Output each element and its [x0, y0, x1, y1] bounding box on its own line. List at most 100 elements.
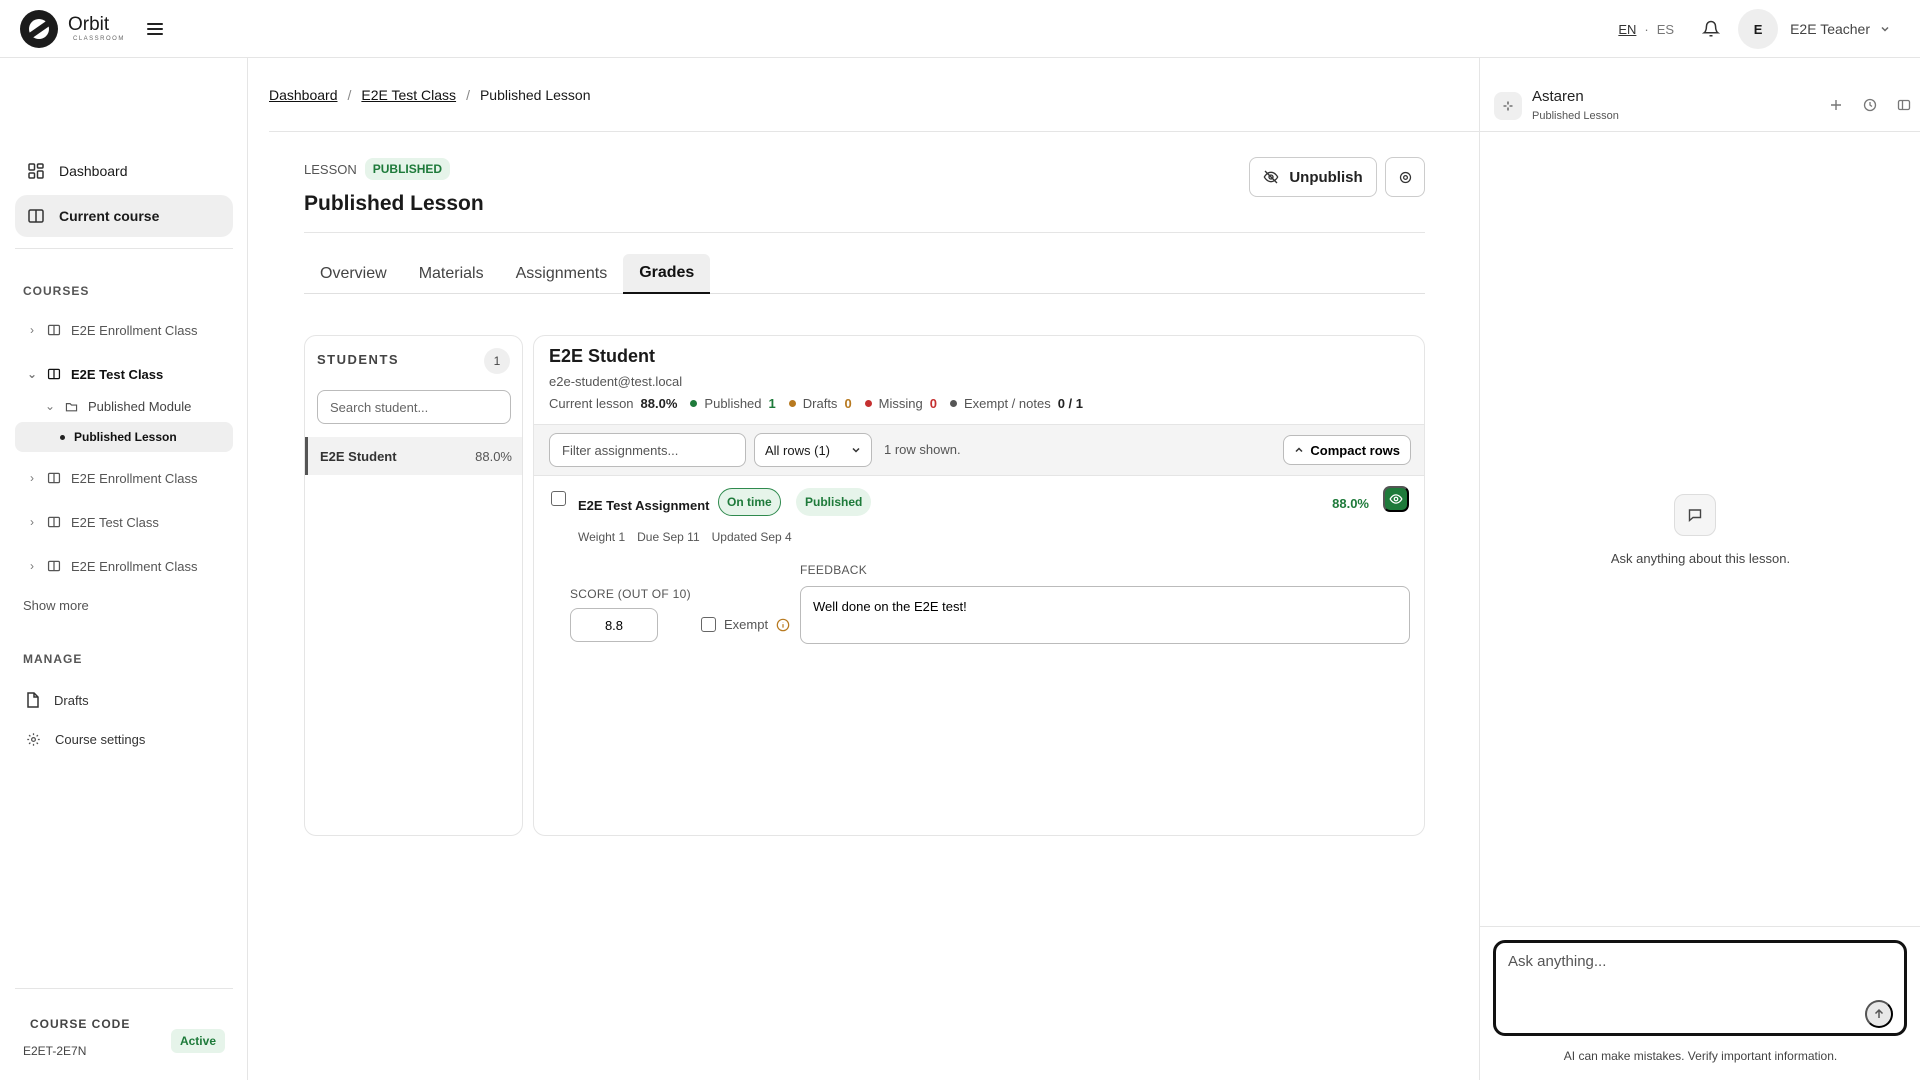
bullet-icon — [60, 434, 65, 440]
lesson-tabs: Overview Materials Assignments Grades — [304, 254, 1425, 294]
plus-icon[interactable] — [1829, 98, 1843, 112]
bell-icon[interactable] — [1702, 20, 1721, 38]
course-item[interactable]: › E2E Test Class — [15, 507, 233, 537]
lesson-kicker-label: LESSON — [304, 161, 357, 177]
exempt-checkbox[interactable] — [701, 617, 716, 632]
assistant-empty-text: Ask anything about this lesson. — [1610, 551, 1791, 566]
current-lesson-value: 88.0% — [640, 396, 678, 411]
rows-select-value: All rows (1) — [765, 442, 831, 458]
assignment-select-checkbox[interactable] — [551, 491, 566, 506]
course-item[interactable]: › E2E Enrollment Class — [15, 551, 233, 581]
course-item[interactable]: › E2E Enrollment Class — [15, 463, 233, 493]
tab-overview[interactable]: Overview — [304, 254, 403, 294]
chevron-down-icon[interactable]: ⌄ — [39, 399, 61, 413]
compact-rows-button[interactable]: Compact rows — [1283, 435, 1411, 465]
menu-toggle-icon[interactable] — [146, 22, 163, 35]
breadcrumb-course[interactable]: E2E Test Class — [361, 87, 456, 103]
feedback-textarea[interactable]: Well done on the E2E test! — [800, 586, 1410, 644]
published-dot-icon — [690, 400, 698, 407]
drafts-dot-icon — [788, 400, 796, 407]
chevron-right-icon[interactable]: › — [21, 559, 43, 573]
breadcrumb-dashboard[interactable]: Dashboard — [269, 87, 338, 103]
lang-en[interactable]: EN — [1618, 22, 1636, 37]
assistant-panel: Astaren Published Lesson Ask anything ab… — [1479, 58, 1920, 1080]
sparkle-icon — [1494, 92, 1522, 120]
tab-assignments[interactable]: Assignments — [500, 254, 624, 294]
assignment-updated: Updated Sep 4 — [711, 530, 792, 544]
assignment-percent: 88.0% — [1332, 496, 1369, 511]
lesson-kicker: LESSON PUBLISHED — [304, 158, 484, 180]
language-switcher: EN · ES — [1618, 22, 1674, 37]
assistant-tools — [1829, 98, 1911, 112]
breadcrumb-separator: / — [347, 86, 352, 103]
lesson-header: LESSON PUBLISHED Published Lesson — [304, 158, 484, 216]
manage-section-label: MANAGE — [23, 652, 83, 666]
chevron-right-icon[interactable]: › — [21, 323, 43, 337]
sidebar-item-label: Current course — [59, 208, 160, 224]
brand-sub: CLASSROOM — [73, 36, 125, 42]
courses-section-label: COURSES — [23, 284, 90, 298]
main-content: Dashboard / E2E Test Class / Published L… — [249, 58, 1479, 1080]
student-detail-name: E2E Student — [549, 346, 656, 366]
lang-es[interactable]: ES — [1657, 22, 1674, 37]
module-item[interactable]: ⌄ Published Module — [15, 391, 233, 421]
assistant-input[interactable] — [1493, 940, 1907, 1036]
chevron-right-icon[interactable]: › — [21, 471, 43, 485]
tab-grades[interactable]: Grades — [623, 254, 711, 294]
published-label: Published — [704, 396, 762, 411]
dashboard-icon — [28, 163, 44, 179]
module-label: Published Module — [88, 398, 192, 414]
students-label: STUDENTS — [317, 352, 400, 367]
course-code-label: COURSE CODE — [30, 1017, 131, 1031]
history-icon[interactable] — [1863, 98, 1877, 112]
students-count-badge: 1 — [484, 348, 510, 374]
unpublish-button[interactable]: Unpublish — [1249, 157, 1377, 197]
sidebar-item-course-settings[interactable]: Course settings — [26, 732, 145, 747]
book-icon — [28, 209, 44, 223]
sidebar-item-dashboard[interactable]: Dashboard — [15, 150, 233, 192]
student-search-input[interactable] — [317, 390, 511, 424]
brand-logo[interactable]: Orbit CLASSROOM — [20, 9, 125, 48]
exempt-notes-label: Exempt / notes — [963, 396, 1051, 411]
course-label: E2E Enrollment Class — [71, 322, 198, 338]
lesson-item-selected[interactable]: Published Lesson — [15, 422, 233, 452]
rows-select[interactable]: All rows (1) — [754, 433, 872, 467]
chevron-down-icon[interactable]: ⌄ — [21, 367, 43, 381]
sidebar-item-label: Dashboard — [59, 163, 128, 179]
exempt-dot-icon — [949, 400, 957, 407]
lang-separator: · — [1644, 21, 1649, 37]
course-item-expanded[interactable]: ⌄ E2E Test Class — [15, 359, 233, 389]
sidebar-item-label: Course settings — [55, 732, 146, 747]
score-input[interactable] — [570, 608, 658, 642]
sidebar-item-drafts[interactable]: Drafts — [26, 692, 89, 708]
avatar[interactable]: E — [1738, 9, 1779, 49]
gear-icon — [1399, 171, 1411, 183]
view-submission-button[interactable] — [1383, 486, 1409, 512]
chevron-down-icon[interactable] — [1880, 24, 1890, 34]
assistant-subtitle: Published Lesson — [1532, 110, 1619, 122]
exempt-label: Exempt — [724, 617, 769, 632]
breadcrumb-separator: / — [466, 86, 470, 103]
lesson-settings-button[interactable] — [1385, 157, 1425, 197]
sidebar-item-current-course[interactable]: Current course — [15, 195, 233, 237]
chevron-right-icon[interactable]: › — [21, 515, 43, 529]
sidebar: Dashboard Current course COURSES › E2E E… — [0, 58, 248, 1080]
assistant-header: Astaren Published Lesson — [1480, 58, 1920, 132]
show-more-link[interactable]: Show more — [23, 598, 89, 613]
eye-off-icon — [1263, 170, 1279, 184]
published-count: 1 — [768, 396, 776, 411]
drafts-label: Drafts — [802, 396, 838, 411]
course-item[interactable]: › E2E Enrollment Class — [15, 315, 233, 345]
user-name[interactable]: E2E Teacher — [1790, 21, 1870, 37]
tab-materials[interactable]: Materials — [403, 254, 500, 294]
course-code-value: E2ET-2E7N — [23, 1044, 87, 1058]
filter-assignments-input[interactable] — [549, 433, 746, 467]
timing-badge: On time — [718, 488, 781, 516]
sidebar-item-label: Drafts — [54, 692, 89, 708]
expand-panel-icon[interactable] — [1897, 98, 1911, 112]
current-lesson-label: Current lesson — [549, 396, 634, 411]
status-badge: Published — [796, 488, 872, 516]
send-button[interactable] — [1865, 1000, 1893, 1028]
student-list-item[interactable]: E2E Student 88.0% — [305, 437, 522, 475]
info-icon[interactable] — [776, 618, 790, 632]
